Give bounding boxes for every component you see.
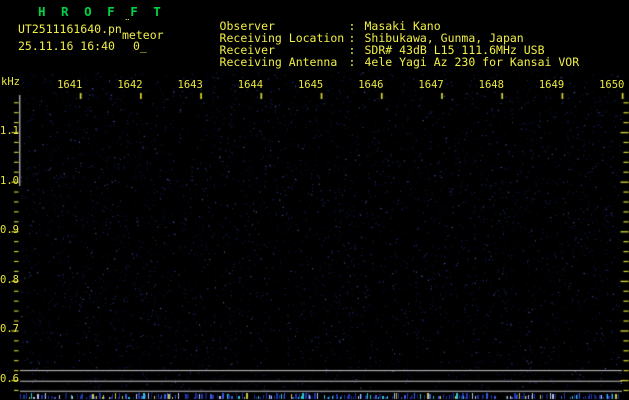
spectrogram-canvas: [0, 0, 629, 400]
y-axis-unit-label: kHz: [1, 76, 20, 88]
hrofft-window: H R O F F T UT2511161640.pn ¨ meteor 25.…: [0, 0, 629, 400]
